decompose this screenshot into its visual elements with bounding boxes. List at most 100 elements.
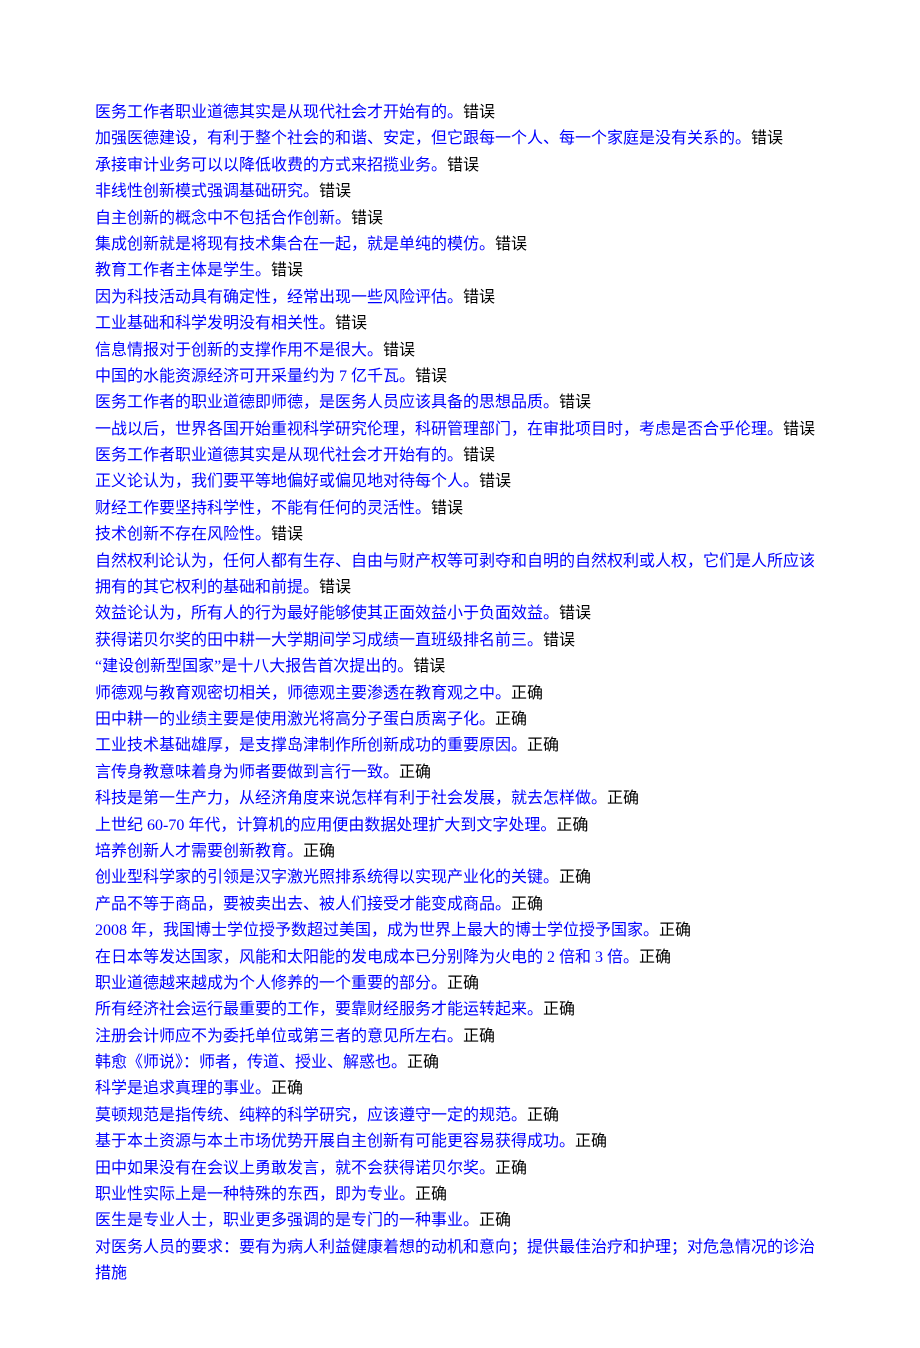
- statement-text: 医务工作者职业道德其实是从现代社会才开始有的。: [95, 447, 463, 464]
- statement-text: 医务工作者职业道德其实是从现代社会才开始有的。: [95, 104, 463, 121]
- statement-text: 注册会计师应不为委托单位或第三者的意见所左右。: [95, 1028, 463, 1045]
- statement-line: 田中如果没有在会议上勇敢发言，就不会获得诺贝尔奖。正确: [95, 1156, 825, 1182]
- answer-label: 错误: [783, 421, 815, 438]
- answer-label: 正确: [556, 817, 588, 834]
- statement-line: 科技是第一生产力，从经济角度来说怎样有利于社会发展，就去怎样做。正确: [95, 786, 825, 812]
- statement-text: 中国的水能资源经济可开采量约为 7 亿千瓦。: [95, 368, 415, 385]
- answer-label: 错误: [559, 605, 591, 622]
- statement-line: 正义论认为，我们要平等地偏好或偏见地对待每个人。错误: [95, 469, 825, 495]
- statement-text: 加强医德建设，有利于整个社会的和谐、安定，但它跟每一个人、每一个家庭是没有关系的…: [95, 130, 751, 147]
- statement-text: 田中如果没有在会议上勇敢发言，就不会获得诺贝尔奖。: [95, 1160, 495, 1177]
- answer-label: 错误: [495, 236, 527, 253]
- answer-label: 正确: [447, 975, 479, 992]
- statement-text: 正义论认为，我们要平等地偏好或偏见地对待每个人。: [95, 473, 479, 490]
- answer-label: 错误: [319, 579, 351, 596]
- statement-text: 产品不等于商品，要被卖出去、被人们接受才能变成商品。: [95, 896, 511, 913]
- statement-text: “建设创新型国家”是十八大报告首次提出的。: [95, 658, 413, 675]
- statement-text: 效益论认为，所有人的行为最好能够使其正面效益小于负面效益。: [95, 605, 559, 622]
- answer-label: 错误: [751, 130, 783, 147]
- answer-label: 正确: [303, 843, 335, 860]
- answer-label: 正确: [495, 711, 527, 728]
- answer-label: 正确: [527, 737, 559, 754]
- answer-label: 正确: [543, 1001, 575, 1018]
- statement-text: 在日本等发达国家，风能和太阳能的发电成本已分别降为火电的 2 倍和 3 倍。: [95, 949, 639, 966]
- statement-line: 信息情报对于创新的支撑作用不是很大。错误: [95, 338, 825, 364]
- statement-text: 师德观与教育观密切相关，师德观主要渗透在教育观之中。: [95, 685, 511, 702]
- statement-line: 自然权利论认为，任何人都有生存、自由与财产权等可剥夺和自明的自然权利或人权，它们…: [95, 549, 825, 602]
- statement-line: 所有经济社会运行最重要的工作，要靠财经服务才能运转起来。正确: [95, 997, 825, 1023]
- statement-line: 田中耕一的业绩主要是使用激光将高分子蛋白质离子化。正确: [95, 707, 825, 733]
- statement-text: 对医务人员的要求：要有为病人利益健康着想的动机和意向；提供最佳治疗和护理；对危急…: [95, 1239, 815, 1282]
- statement-line: 创业型科学家的引领是汉字激光照排系统得以实现产业化的关键。正确: [95, 865, 825, 891]
- answer-label: 错误: [463, 447, 495, 464]
- statement-line: 工业技术基础雄厚，是支撑岛津制作所创新成功的重要原因。正确: [95, 733, 825, 759]
- statement-line: 职业性实际上是一种特殊的东西，即为专业。正确: [95, 1182, 825, 1208]
- answer-label: 错误: [431, 500, 463, 517]
- statement-text: 职业性实际上是一种特殊的东西，即为专业。: [95, 1186, 415, 1203]
- statement-line: 产品不等于商品，要被卖出去、被人们接受才能变成商品。正确: [95, 892, 825, 918]
- statement-line: 一战以后，世界各国开始重视科学研究伦理，科研管理部门，在审批项目时，考虑是否合乎…: [95, 417, 825, 443]
- statement-text: 自主创新的概念中不包括合作创新。: [95, 210, 351, 227]
- statement-line: 基于本土资源与本土市场优势开展自主创新有可能更容易获得成功。正确: [95, 1129, 825, 1155]
- statement-line: 教育工作者主体是学生。错误: [95, 258, 825, 284]
- statement-text: 言传身教意味着身为师者要做到言行一致。: [95, 764, 399, 781]
- answer-label: 错误: [463, 289, 495, 306]
- answer-label: 正确: [607, 790, 639, 807]
- answer-label: 错误: [351, 210, 383, 227]
- answer-label: 正确: [511, 685, 543, 702]
- answer-label: 正确: [559, 869, 591, 886]
- statement-text: 工业基础和科学发明没有相关性。: [95, 315, 335, 332]
- statement-text: 信息情报对于创新的支撑作用不是很大。: [95, 342, 383, 359]
- statement-text: 教育工作者主体是学生。: [95, 262, 271, 279]
- statement-line: 因为科技活动具有确定性，经常出现一些风险评估。错误: [95, 285, 825, 311]
- answer-label: 正确: [511, 896, 543, 913]
- statement-line: 莫顿规范是指传统、纯粹的科学研究，应该遵守一定的规范。正确: [95, 1103, 825, 1129]
- statement-line: 上世纪 60-70 年代，计算机的应用便由数据处理扩大到文字处理。正确: [95, 813, 825, 839]
- statement-text: 上世纪 60-70 年代，计算机的应用便由数据处理扩大到文字处理。: [95, 817, 556, 834]
- answer-label: 正确: [479, 1212, 511, 1229]
- answer-label: 正确: [271, 1080, 303, 1097]
- statement-line: 技术创新不存在风险性。错误: [95, 522, 825, 548]
- statement-line: 韩愈《师说》：师者，传道、授业、解惑也。正确: [95, 1050, 825, 1076]
- statement-text: 自然权利论认为，任何人都有生存、自由与财产权等可剥夺和自明的自然权利或人权，它们…: [95, 553, 815, 596]
- answer-label: 错误: [463, 104, 495, 121]
- statement-line: 承接审计业务可以以降低收费的方式来招揽业务。错误: [95, 153, 825, 179]
- statement-text: 科技是第一生产力，从经济角度来说怎样有利于社会发展，就去怎样做。: [95, 790, 607, 807]
- statement-text: 医务工作者的职业道德即师德，是医务人员应该具备的思想品质。: [95, 394, 559, 411]
- answer-label: 错误: [271, 262, 303, 279]
- statement-text: 基于本土资源与本土市场优势开展自主创新有可能更容易获得成功。: [95, 1133, 575, 1150]
- answer-label: 错误: [559, 394, 591, 411]
- answer-label: 正确: [575, 1133, 607, 1150]
- statement-text: 创业型科学家的引领是汉字激光照排系统得以实现产业化的关键。: [95, 869, 559, 886]
- statement-text: 财经工作要坚持科学性，不能有任何的灵活性。: [95, 500, 431, 517]
- statement-line: 工业基础和科学发明没有相关性。错误: [95, 311, 825, 337]
- statement-line: 集成创新就是将现有技术集合在一起，就是单纯的模仿。错误: [95, 232, 825, 258]
- answer-label: 错误: [319, 183, 351, 200]
- statement-line: 财经工作要坚持科学性，不能有任何的灵活性。错误: [95, 496, 825, 522]
- statement-text: 工业技术基础雄厚，是支撑岛津制作所创新成功的重要原因。: [95, 737, 527, 754]
- statement-text: 韩愈《师说》：师者，传道、授业、解惑也。: [95, 1054, 407, 1071]
- statement-line: 非线性创新模式强调基础研究。错误: [95, 179, 825, 205]
- statement-line: 自主创新的概念中不包括合作创新。错误: [95, 206, 825, 232]
- statement-text: 所有经济社会运行最重要的工作，要靠财经服务才能运转起来。: [95, 1001, 543, 1018]
- statement-line: 言传身教意味着身为师者要做到言行一致。正确: [95, 760, 825, 786]
- statement-line: 2008 年，我国博士学位授予数超过美国，成为世界上最大的博士学位授予国家。正确: [95, 918, 825, 944]
- statement-line: 医务工作者职业道德其实是从现代社会才开始有的。错误: [95, 100, 825, 126]
- statement-text: 集成创新就是将现有技术集合在一起，就是单纯的模仿。: [95, 236, 495, 253]
- answer-label: 错误: [479, 473, 511, 490]
- answer-label: 错误: [383, 342, 415, 359]
- statement-line: 医生是专业人士，职业更多强调的是专门的一种事业。正确: [95, 1208, 825, 1234]
- statement-text: 职业道德越来越成为个人修养的一个重要的部分。: [95, 975, 447, 992]
- answer-label: 正确: [463, 1028, 495, 1045]
- statement-text: 医生是专业人士，职业更多强调的是专门的一种事业。: [95, 1212, 479, 1229]
- answer-label: 错误: [413, 658, 445, 675]
- answer-label: 错误: [543, 632, 575, 649]
- answer-label: 错误: [271, 526, 303, 543]
- statement-line: 注册会计师应不为委托单位或第三者的意见所左右。正确: [95, 1024, 825, 1050]
- statement-text: 承接审计业务可以以降低收费的方式来招揽业务。: [95, 157, 447, 174]
- answer-label: 正确: [495, 1160, 527, 1177]
- statement-text: 莫顿规范是指传统、纯粹的科学研究，应该遵守一定的规范。: [95, 1107, 527, 1124]
- statement-line: 加强医德建设，有利于整个社会的和谐、安定，但它跟每一个人、每一个家庭是没有关系的…: [95, 126, 825, 152]
- statement-text: 非线性创新模式强调基础研究。: [95, 183, 319, 200]
- statement-text: 田中耕一的业绩主要是使用激光将高分子蛋白质离子化。: [95, 711, 495, 728]
